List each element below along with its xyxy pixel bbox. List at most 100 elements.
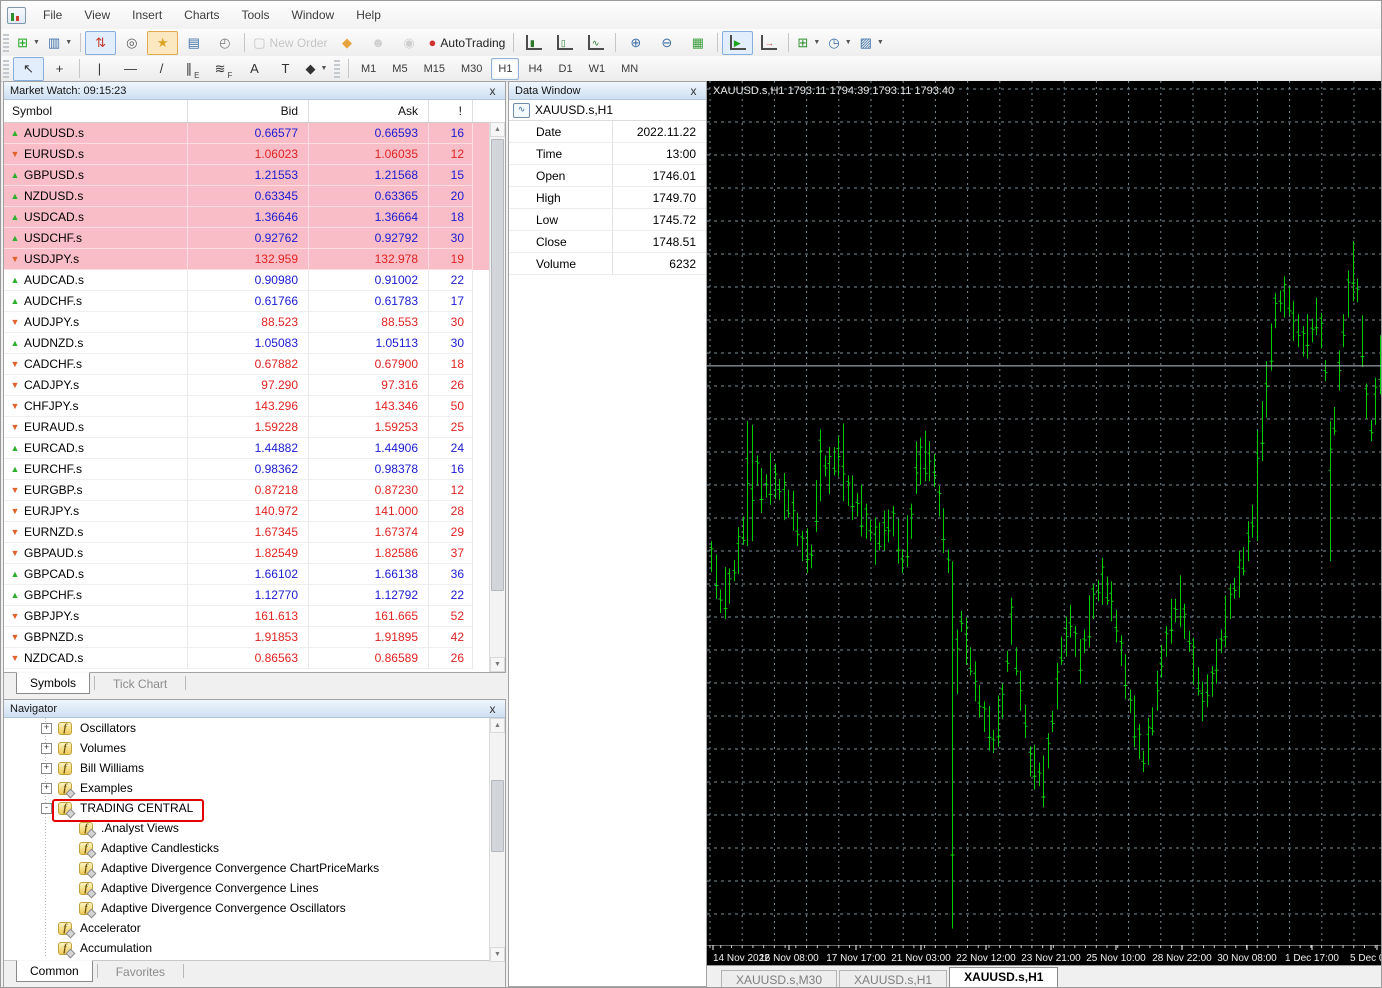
indicators-dropdown-icon[interactable]: ▼ [813,39,820,46]
text-label-button[interactable]: T [270,57,301,81]
crosshair-button[interactable]: + [44,57,75,81]
chart-line-button[interactable]: ∿ [580,31,611,55]
menu-file[interactable]: File [32,4,73,26]
profiles-dropdown-icon[interactable]: ▼ [65,39,72,46]
market-watch-row[interactable]: ▼EURJPY.s140.972141.00028 [4,501,505,522]
horizontal-line-button[interactable]: — [115,57,146,81]
text-button[interactable]: A [239,57,270,81]
scroll-up-icon[interactable]: ▲ [490,122,505,137]
market-watch-row[interactable]: ▲EURCAD.s1.448821.4490624 [4,438,505,459]
market-watch-row[interactable]: ▼EURAUD.s1.592281.5925325 [4,417,505,438]
menu-charts[interactable]: Charts [173,4,230,26]
new-order-button[interactable]: ▢New Order [249,31,331,55]
vertical-scrollbar[interactable]: ▲▼ [489,718,505,962]
data-window-button[interactable]: ◎ [116,31,147,55]
autotrading-button[interactable]: ●AutoTrading [425,31,510,55]
market-watch-row[interactable]: ▲GBPCAD.s1.661021.6613836 [4,564,505,585]
close-icon[interactable]: x [486,86,499,96]
expand-icon[interactable]: + [41,783,52,794]
market-watch-row[interactable]: ▼EURNZD.s1.673451.6737429 [4,522,505,543]
expand-icon[interactable]: + [41,763,52,774]
market-watch-row[interactable]: ▲AUDUSD.s0.665770.6659316 [4,123,505,144]
scroll-down-icon[interactable]: ▼ [490,657,505,672]
chart-shift-button[interactable]: → [753,31,784,55]
navigator-item-accelerator[interactable]: fAccelerator [4,918,505,938]
toolbar-grip[interactable] [3,34,9,52]
vertical-scrollbar[interactable]: ▲▼ [489,122,505,672]
navigator-item-oscillators[interactable]: +fOscillators [4,718,505,738]
navigator-button[interactable]: ★ [147,31,178,55]
navigator-item-adaptive-divergence-convergence-oscillators[interactable]: fAdaptive Divergence Convergence Oscilla… [4,898,505,918]
templates-button[interactable]: ▨▼ [856,31,888,55]
market-watch-row[interactable]: ▲USDCHF.s0.927620.9279230 [4,228,505,249]
indicators-button[interactable]: ⊞▼ [793,31,824,55]
navigator-tab-favorites[interactable]: Favorites [102,961,179,981]
market-watch-row[interactable]: ▼NZDCAD.s0.865630.8658926 [4,648,505,669]
market-watch-tab-tick-chart[interactable]: Tick Chart [99,673,181,693]
arrows-dropdown-icon[interactable]: ▼ [321,65,328,72]
menu-help[interactable]: Help [345,4,392,26]
timeframe-m30[interactable]: M30 [454,58,489,80]
price-chart[interactable]: XAUUSD.s,H1 1793.11 1794.39 1793.11 1793… [707,81,1382,966]
market-watch-row[interactable]: ▼USDJPY.s132.959132.97819 [4,249,505,270]
close-icon[interactable]: x [486,704,499,714]
profiles-button[interactable]: ▥▼ [44,31,76,55]
timeframe-m5[interactable]: M5 [385,58,414,80]
market-watch-row[interactable]: ▲GBPCHF.s1.127701.1279222 [4,585,505,606]
menu-insert[interactable]: Insert [121,4,173,26]
market-watch-row[interactable]: ▲NZDUSD.s0.633450.6336520 [4,186,505,207]
timeframe-w1[interactable]: W1 [582,58,613,80]
equidistant-channel-button[interactable]: ∥E [177,57,208,81]
timeframe-m1[interactable]: M1 [354,58,383,80]
column-header-ask[interactable]: Ask [309,100,429,122]
market-watch-row[interactable]: ▼CADJPY.s97.29097.31626 [4,375,505,396]
market-watch-row[interactable]: ▼GBPAUD.s1.825491.8258637 [4,543,505,564]
chart-tab-xauusd-s-h1[interactable]: XAUUSD.s,H1 [839,970,947,988]
navigator-item--analyst-views[interactable]: f.Analyst Views [4,818,505,838]
toolbar-grip[interactable] [334,60,340,78]
periods-button[interactable]: ◷▼ [824,31,855,55]
column-header-spread[interactable]: ! [429,100,473,122]
market-watch-row[interactable]: ▲AUDCAD.s0.909800.9100222 [4,270,505,291]
menu-tools[interactable]: Tools [231,4,281,26]
market-watch-tab-symbols[interactable]: Symbols [16,672,90,694]
navigator-item-trading-central[interactable]: -fTRADING CENTRAL [4,798,505,818]
menu-view[interactable]: View [73,4,121,26]
navigator-item-examples[interactable]: +fExamples [4,778,505,798]
market-watch-row[interactable]: ▼AUDJPY.s88.52388.55330 [4,312,505,333]
market-watch-row[interactable]: ▼CADCHF.s0.678820.6790018 [4,354,505,375]
timeframe-m15[interactable]: M15 [417,58,452,80]
chart-candles-button[interactable]: ▯ [549,31,580,55]
chart-bars-button[interactable]: ▮ [518,31,549,55]
market-watch-row[interactable]: ▼GBPJPY.s161.613161.66552 [4,606,505,627]
timeframe-h1[interactable]: H1 [491,58,519,80]
timeframe-h4[interactable]: H4 [521,58,549,80]
tile-windows-button[interactable]: ▦ [682,31,713,55]
notifications-button[interactable]: ◆ [332,31,363,55]
arrows-button[interactable]: ◆▼ [301,57,332,81]
market-watch-row[interactable]: ▲AUDCHF.s0.617660.6178317 [4,291,505,312]
navigator-item-adaptive-divergence-convergence-chartpricemarks[interactable]: fAdaptive Divergence Convergence ChartPr… [4,858,505,878]
market-watch-row[interactable]: ▲EURCHF.s0.983620.9837816 [4,459,505,480]
navigator-item-accumulation[interactable]: fAccumulation [4,938,505,958]
collapse-icon[interactable]: - [41,803,52,814]
vertical-line-button[interactable]: | [84,57,115,81]
news-button[interactable]: ◉ [394,31,425,55]
cursor-button[interactable]: ↖ [13,57,44,81]
auto-scroll-button[interactable]: ▶ [722,31,753,55]
market-watch-button[interactable]: ⇅ [85,31,116,55]
navigator-item-adaptive-candlesticks[interactable]: fAdaptive Candlesticks [4,838,505,858]
expand-icon[interactable]: + [41,723,52,734]
navigator-item-bill-williams[interactable]: +fBill Williams [4,758,505,778]
scroll-thumb[interactable] [491,780,504,852]
expand-icon[interactable]: + [41,743,52,754]
market-watch-row[interactable]: ▲GBPUSD.s1.215531.2156815 [4,165,505,186]
terminal-button[interactable]: ▤ [178,31,209,55]
zoom-in-button[interactable]: ⊕ [620,31,651,55]
zoom-out-button[interactable]: ⊖ [651,31,682,55]
new-chart-button[interactable]: ⊞▼ [13,31,44,55]
fibonacci-button[interactable]: ≋F [208,57,239,81]
market-watch-row[interactable]: ▲USDCAD.s1.366461.3666418 [4,207,505,228]
scroll-up-icon[interactable]: ▲ [490,718,505,733]
scroll-thumb[interactable] [491,139,504,591]
